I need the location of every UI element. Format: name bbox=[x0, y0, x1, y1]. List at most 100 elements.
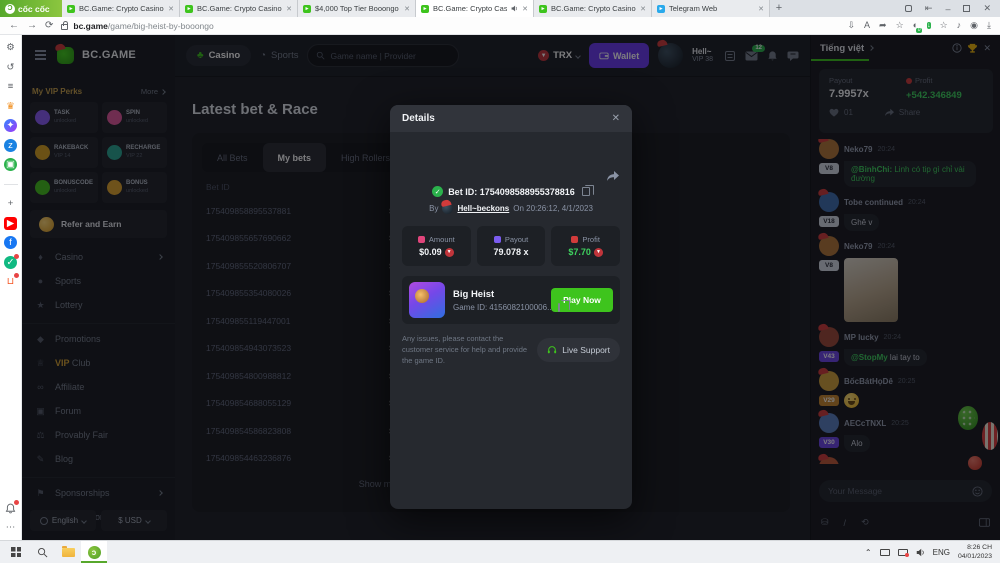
tab-audio-icon[interactable] bbox=[511, 5, 518, 12]
add-app-icon[interactable]: + bbox=[4, 197, 17, 210]
verified-check-icon: ✓ bbox=[432, 186, 444, 197]
copy-game-id-icon[interactable] bbox=[557, 300, 570, 312]
messenger-icon[interactable]: ✦ bbox=[4, 119, 17, 132]
tab-title: BC.Game: Crypto Casino Gan bbox=[197, 4, 282, 13]
shop-cart-icon[interactable]: ⊔ bbox=[4, 273, 19, 288]
tab-close-icon[interactable]: ✕ bbox=[522, 5, 528, 13]
stat-label: Profit bbox=[582, 235, 600, 244]
tab-favicon: ▸ bbox=[657, 4, 665, 13]
tab-close-icon[interactable]: ✕ bbox=[168, 5, 174, 13]
share-page-icon[interactable]: ➦ bbox=[879, 21, 887, 30]
window-controls: ⇤ – ✕ bbox=[896, 0, 1000, 17]
music-icon[interactable]: ♪ bbox=[957, 21, 962, 30]
address-bar[interactable]: bc.game/game/big-heist-by-booongo bbox=[61, 20, 214, 31]
tab-sidebar-icon[interactable]: ⇤ bbox=[925, 3, 933, 14]
tab-title: $4,000 Top Tier Booongo Mu bbox=[315, 4, 400, 13]
headset-icon bbox=[548, 346, 557, 354]
browser-tab[interactable]: ▸ BC.Game: Crypto Casino Gan ✕ bbox=[534, 0, 652, 17]
new-tab-button[interactable]: + bbox=[770, 0, 788, 17]
stat-value: $0.09 ▼ bbox=[419, 247, 454, 257]
browser-sidebar: ⚙ ↺ ≡ ♛ ✦ z ▣ + ▶ f ✓ ⊔ ⋯ bbox=[0, 35, 22, 540]
facebook-icon[interactable]: f bbox=[4, 236, 17, 249]
downloads-tray-icon[interactable]: ⤓ bbox=[987, 21, 991, 30]
ssl-lock-icon[interactable] bbox=[61, 20, 69, 30]
sidebar-divider[interactable] bbox=[3, 178, 18, 191]
player-name-link[interactable]: Hell~beckons bbox=[457, 204, 509, 213]
notifications-bell-icon[interactable] bbox=[4, 499, 19, 515]
browser-tab[interactable]: ▸ $4,000 Top Tier Booongo Mu ✕ bbox=[298, 0, 416, 17]
tab-title: BC.Game: Crypto Casino Gan bbox=[79, 4, 164, 13]
taskbar-search-icon[interactable] bbox=[29, 541, 55, 563]
adblock-icon[interactable]: ◐ 0 bbox=[913, 21, 923, 33]
eco-icon[interactable]: ✓ bbox=[4, 253, 19, 269]
tab-close-icon[interactable]: ✕ bbox=[404, 5, 410, 13]
translate-icon[interactable]: A bbox=[864, 21, 870, 30]
coccoc-menu-button[interactable]: Ɔ cốc cốc bbox=[0, 0, 62, 17]
crown-icon[interactable]: ♛ bbox=[4, 100, 17, 113]
share-bet-icon[interactable] bbox=[606, 170, 620, 182]
url-host: bc.game bbox=[73, 20, 108, 31]
history-icon[interactable]: ↺ bbox=[4, 61, 17, 74]
support-note: Any issues, please contact the customer … bbox=[402, 334, 528, 365]
browser-tab[interactable]: ▸ BC.Game: Crypto Casino Gan ✕ bbox=[62, 0, 180, 17]
tab-close-icon[interactable]: ✕ bbox=[640, 5, 646, 13]
system-clock[interactable]: 8:26 CH 04/01/2023 bbox=[958, 543, 992, 561]
player-avatar bbox=[442, 203, 454, 214]
stat-icon bbox=[417, 236, 425, 243]
bell-notification-dot bbox=[14, 499, 19, 505]
tab-title: BC.Game: Crypto Casino bbox=[433, 4, 508, 13]
copy-bet-id-icon[interactable] bbox=[581, 184, 594, 196]
more-options-icon[interactable]: ⋯ bbox=[4, 521, 17, 534]
security-alert-icon[interactable] bbox=[897, 548, 909, 557]
language-indicator[interactable]: ENG bbox=[933, 548, 950, 557]
tab-close-icon[interactable]: ✕ bbox=[286, 5, 292, 13]
tab-title: Telegram Web bbox=[669, 4, 718, 13]
coccoc-logo-icon: Ɔ bbox=[5, 3, 15, 14]
tab-preview-icon[interactable] bbox=[904, 4, 912, 14]
stat-value: 79.078 x bbox=[493, 247, 529, 257]
profile-icon[interactable]: ◉ bbox=[970, 21, 978, 30]
forward-button[interactable]: → bbox=[27, 20, 37, 31]
bet-id-value: 1754098588955378816 bbox=[479, 186, 575, 197]
browser-tab[interactable]: ▸ BC.Game: Crypto Casino Gan ✕ bbox=[180, 0, 298, 17]
network-display-icon[interactable] bbox=[879, 548, 890, 556]
back-button[interactable]: ← bbox=[9, 20, 19, 31]
stat-value: $7.70 ▼ bbox=[568, 247, 603, 257]
maximize-button[interactable] bbox=[963, 4, 971, 14]
volume-icon[interactable] bbox=[916, 548, 925, 557]
game-card: Big Heist Game ID: 4156082100006... Play… bbox=[402, 276, 620, 324]
url-path: /game/big-heist-by-booongo bbox=[107, 20, 214, 31]
start-button[interactable] bbox=[3, 541, 29, 563]
tab-close-icon[interactable]: ✕ bbox=[758, 5, 764, 13]
tab-favicon: ▸ bbox=[539, 4, 547, 13]
close-window-button[interactable]: ✕ bbox=[983, 3, 991, 14]
tray-expand-icon[interactable]: ⌃ bbox=[865, 548, 872, 557]
stat-label: Amount bbox=[428, 235, 455, 244]
modal-title: Details bbox=[402, 113, 435, 124]
save-page-icon[interactable]: ⇩ bbox=[847, 21, 855, 30]
stat-icon bbox=[571, 236, 579, 243]
youtube-icon[interactable]: ▶ bbox=[4, 216, 17, 230]
browser-tab[interactable]: ▸ Telegram Web ✕ bbox=[652, 0, 770, 17]
browser-tab-bar: Ɔ cốc cốc ▸ BC.Game: Crypto Casino Gan ✕… bbox=[0, 0, 1000, 17]
download-manager-icon[interactable]: ↓ bbox=[927, 20, 931, 31]
bookmark-star-icon[interactable]: ☆ bbox=[896, 21, 904, 30]
toolbar-extensions: ⇩ A ➦ ☆ ◐ 0 ↓ ☆ ♪ ◉ ⤓ bbox=[847, 20, 991, 33]
divider bbox=[3, 183, 18, 185]
minimize-button[interactable]: – bbox=[945, 4, 950, 14]
settings-icon[interactable]: ⚙ bbox=[4, 41, 17, 54]
refresh-button[interactable]: ⟳ bbox=[45, 20, 53, 31]
game-thumbnail[interactable] bbox=[409, 282, 445, 318]
extension-star-icon[interactable]: ☆ bbox=[940, 21, 948, 30]
coccoc-taskbar-icon[interactable]: ɔ bbox=[81, 541, 107, 563]
newsfeed-icon[interactable]: ≡ bbox=[4, 80, 17, 93]
games-icon[interactable]: ▣ bbox=[4, 158, 17, 171]
adblock-badge: 0 bbox=[916, 27, 923, 33]
browser-toolbar: ← → ⟳ bc.game/game/big-heist-by-booongo … bbox=[0, 17, 1000, 35]
file-explorer-icon[interactable] bbox=[55, 541, 81, 563]
browser-tab[interactable]: ▸ BC.Game: Crypto Casino ✕ bbox=[416, 0, 534, 17]
zalo-icon[interactable]: z bbox=[4, 138, 17, 152]
screen: Ɔ cốc cốc ▸ BC.Game: Crypto Casino Gan ✕… bbox=[0, 0, 1000, 563]
modal-close-icon[interactable]: ✕ bbox=[612, 113, 620, 124]
live-support-button[interactable]: Live Support bbox=[537, 338, 620, 363]
